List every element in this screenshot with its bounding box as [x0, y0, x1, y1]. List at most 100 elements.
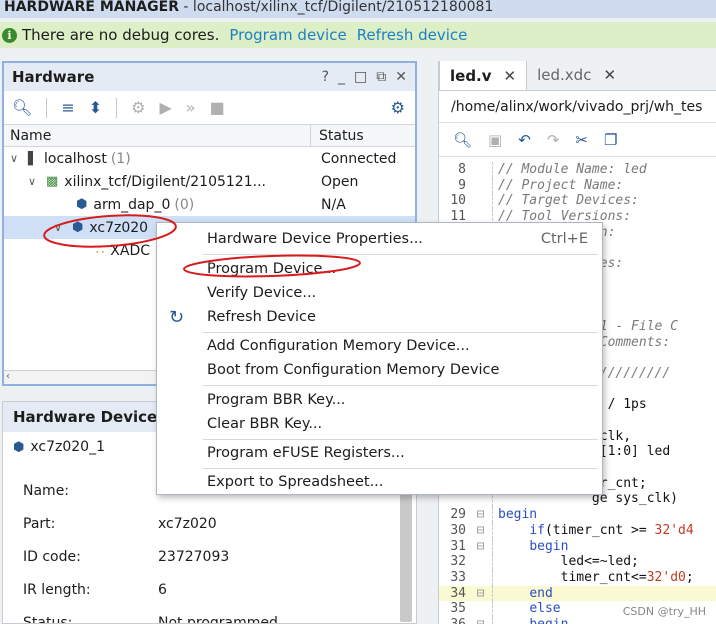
context-menu: Hardware Device Properties... Ctrl+E Prog…	[156, 222, 603, 495]
minimize-icon[interactable]: _	[338, 69, 345, 85]
code-line[interactable]: 10 // Target Devices:	[439, 193, 716, 210]
line-number: 34	[450, 585, 466, 601]
fold-gutter[interactable]	[469, 554, 493, 570]
copy-icon[interactable]: ❐	[604, 131, 617, 149]
cut-icon[interactable]: ✂	[575, 131, 588, 149]
code-line[interactable]: 30 ⊟ if(timer_cnt >= 32'd4	[439, 522, 716, 539]
menu-separator	[203, 254, 598, 255]
close-tab-icon[interactable]: ✕	[603, 66, 616, 84]
chip-icon: ⬢	[72, 220, 84, 235]
menu-item-verify-device[interactable]: Verify Device...	[157, 281, 602, 305]
float-icon[interactable]: ⧉	[376, 69, 386, 85]
fold-gutter[interactable]	[469, 177, 493, 194]
editor-file-path: /home/alinx/work/vivado_prj/wh_tes	[439, 91, 716, 123]
property-row: Part: xc7z020	[3, 507, 416, 540]
code-text: led<=~led;	[498, 554, 639, 570]
code-text: if(timer_cnt >= 32'd4	[529, 522, 694, 538]
chevron-down-icon[interactable]: ∨	[10, 152, 22, 165]
fold-gutter[interactable]	[469, 193, 493, 210]
menu-item-program-efuse[interactable]: Program eFUSE Registers...	[157, 441, 602, 465]
menu-item-label: Refresh Device	[207, 309, 316, 325]
code-line[interactable]: 33 timer_cnt<=32'd0;	[439, 569, 716, 586]
tree-row-localhost[interactable]: ∨ ▌ localhost (1) Connected	[4, 147, 415, 170]
gear-icon[interactable]: ⚙	[391, 98, 405, 117]
tree-row-arm-dap[interactable]: ⬢ arm_dap_0 (0) N/A	[4, 193, 415, 216]
property-row: Status: Not programmed	[3, 606, 416, 624]
tree-item-label: XADC	[110, 242, 151, 259]
help-icon[interactable]: ?	[322, 69, 329, 85]
menu-item-program-bbr-key[interactable]: Program BBR Key...	[157, 388, 602, 412]
info-icon: i	[2, 27, 17, 43]
property-value: Not programmed	[158, 614, 278, 624]
tree-row-target[interactable]: ∨ ▩ xilinx_tcf/Digilent/2105121... Open	[4, 170, 415, 193]
property-key: ID code:	[23, 548, 81, 565]
refresh-device-link[interactable]: Refresh device	[357, 26, 468, 44]
code-line[interactable]: 9 // Project Name:	[439, 177, 716, 194]
editor-tabs: led.v ✕ led.xdc ✕	[439, 61, 716, 91]
code-text: // Project Name:	[498, 177, 624, 193]
menu-item-clear-bbr-key[interactable]: Clear BBR Key...	[157, 412, 602, 436]
tab-led-v[interactable]: led.v ✕	[439, 61, 528, 90]
hardware-target-icon: ▩	[46, 174, 59, 189]
menu-item-label: Program BBR Key...	[207, 392, 346, 408]
fold-gutter[interactable]	[469, 569, 493, 586]
tab-label: led.xdc	[537, 66, 592, 84]
code-text: // Target Devices:	[498, 193, 639, 209]
code-line[interactable]: 31 ⊟ begin	[439, 538, 716, 555]
property-row: IR length: 6	[3, 573, 416, 606]
menu-item-hardware-device-properties[interactable]: Hardware Device Properties... Ctrl+E	[157, 227, 602, 251]
fold-gutter[interactable]: ⊟	[469, 507, 493, 523]
maximize-icon[interactable]: □	[354, 69, 367, 85]
run-trigger-immediate-icon[interactable]: »	[186, 98, 196, 117]
fold-gutter[interactable]: ⊟	[469, 616, 493, 624]
search-icon[interactable]: 🔍︎	[453, 131, 472, 149]
fold-gutter[interactable]: ⊟	[469, 522, 493, 539]
tree-header: Name Status	[4, 125, 415, 147]
toolbar-separator	[116, 97, 118, 118]
fold-gutter[interactable]: ⊟	[469, 585, 493, 602]
menu-separator	[203, 385, 598, 386]
tree-item-count: (1)	[110, 150, 131, 167]
menu-item-label: Program eFUSE Registers...	[207, 445, 405, 461]
close-icon[interactable]: ✕	[395, 69, 407, 85]
editor-toolbar: 🔍︎ ▣ ↶ ↷ ✂ ❐	[439, 123, 716, 157]
menu-item-program-device[interactable]: Program Device...	[157, 257, 602, 281]
code-line[interactable]: 32 led<=~led;	[439, 554, 716, 570]
fold-gutter[interactable]	[469, 162, 493, 178]
expand-all-icon[interactable]: ⬍	[89, 98, 102, 117]
redo-icon[interactable]: ↷	[547, 131, 560, 149]
menu-item-add-config-memory[interactable]: Add Configuration Memory Device...	[157, 334, 602, 358]
stop-trigger-icon[interactable]: ■	[210, 98, 225, 117]
code-text: // Module Name: led	[498, 162, 647, 177]
collapse-all-icon[interactable]: ≡	[61, 98, 74, 117]
property-key: Part:	[23, 515, 56, 532]
chip-icon: ⬢	[13, 439, 25, 455]
code-line[interactable]: 29 ⊟ begin	[439, 507, 716, 523]
chevron-down-icon[interactable]: ∨	[28, 175, 40, 188]
menu-item-export-spreadsheet[interactable]: Export to Spreadsheet...	[157, 470, 602, 494]
menu-item-boot-from-config-memory[interactable]: Boot from Configuration Memory Device	[157, 358, 602, 382]
fold-gutter[interactable]	[469, 601, 493, 617]
tree-item-label: arm_dap_0	[93, 196, 171, 213]
undo-icon[interactable]: ↶	[518, 131, 531, 149]
save-icon[interactable]: ▣	[488, 131, 502, 149]
chevron-down-icon[interactable]: ∨	[54, 221, 66, 234]
chip-icon: ⬢	[76, 197, 88, 212]
search-icon[interactable]: 🔍︎	[12, 98, 32, 117]
info-bar: i There are no debug cores. Program devi…	[0, 22, 716, 48]
property-key: Status:	[23, 614, 73, 624]
column-name[interactable]: Name	[4, 125, 311, 146]
code-line[interactable]: 8 // Module Name: led	[439, 162, 716, 178]
code-line[interactable]: 34 ⊟ end	[439, 585, 716, 602]
fold-gutter[interactable]: ⊟	[469, 538, 493, 555]
line-number: 32	[450, 554, 466, 570]
close-tab-icon[interactable]: ✕	[504, 67, 517, 85]
property-value: 6	[158, 581, 167, 598]
column-status[interactable]: Status	[311, 125, 364, 146]
program-device-link[interactable]: Program device	[229, 26, 346, 44]
tab-led-xdc[interactable]: led.xdc ✕	[527, 61, 626, 90]
connection-path: - localhost/xilinx_tcf/Digilent/21051218…	[178, 0, 494, 15]
auto-connect-icon[interactable]: ⚙	[131, 98, 145, 117]
menu-item-refresh-device[interactable]: ↻ Refresh Device	[157, 305, 602, 329]
run-trigger-icon[interactable]: ▶	[159, 98, 171, 117]
